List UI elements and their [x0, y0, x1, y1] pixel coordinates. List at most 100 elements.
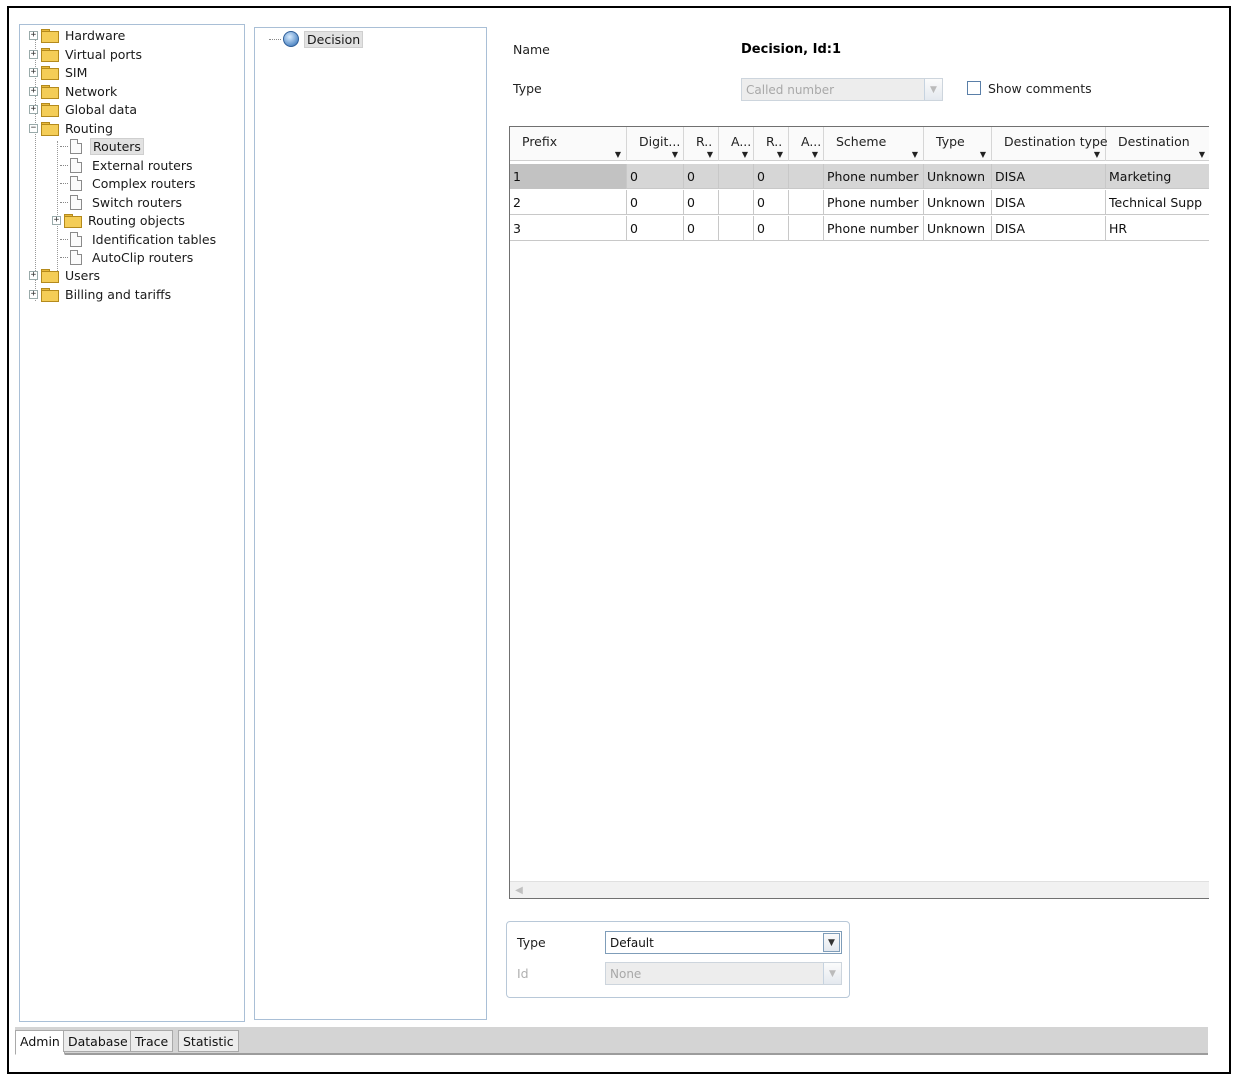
cell-type[interactable]: Unknown: [924, 164, 992, 189]
default-type-select[interactable]: Default ▼: [605, 931, 842, 954]
expand-icon[interactable]: +: [29, 30, 38, 40]
cell-a2[interactable]: [789, 216, 824, 241]
cell-a2[interactable]: [789, 190, 824, 215]
tab-admin[interactable]: Admin: [15, 1030, 65, 1055]
grid-header: Prefix ▼ Digit... ▼ R.. ▼ A... ▼ R.. ▼ A…: [510, 127, 1209, 161]
cell-type[interactable]: Unknown: [924, 216, 992, 241]
cell-a1[interactable]: [719, 216, 754, 241]
filter-arrow-icon[interactable]: ▼: [707, 150, 713, 159]
cell-destination[interactable]: Technical Supp: [1106, 190, 1209, 215]
default-id-select[interactable]: None ▼: [605, 962, 842, 985]
expand-icon[interactable]: +: [29, 86, 38, 96]
chevron-down-icon[interactable]: ▼: [823, 963, 841, 984]
object-list: Decision: [254, 27, 487, 1020]
column-header-a1[interactable]: A... ▼: [719, 127, 754, 161]
tree-item-sim[interactable]: + SIM: [29, 63, 89, 81]
column-header-type[interactable]: Type ▼: [924, 127, 992, 161]
table-row[interactable]: 2 0 0 0 Phone number Unknown DISA Techni…: [510, 190, 1209, 215]
cell-digits[interactable]: 0: [627, 190, 684, 215]
cell-r2[interactable]: 0: [754, 216, 789, 241]
expand-icon[interactable]: +: [29, 289, 38, 299]
cell-digits[interactable]: 0: [627, 216, 684, 241]
table-row[interactable]: 3 0 0 0 Phone number Unknown DISA HR: [510, 216, 1209, 241]
column-header-prefix[interactable]: Prefix ▼: [510, 127, 627, 161]
globe-icon: [283, 31, 299, 47]
cell-r1[interactable]: 0: [684, 216, 719, 241]
column-header-label: Type: [936, 134, 965, 149]
cell-destination[interactable]: Marketing: [1106, 164, 1209, 189]
column-header-destination-type[interactable]: Destination type ▼: [992, 127, 1108, 161]
collapse-icon[interactable]: −: [29, 123, 38, 133]
filter-arrow-icon[interactable]: ▼: [1094, 150, 1100, 159]
tree-item-hardware[interactable]: + Hardware: [29, 26, 127, 44]
tree-item-virtual-ports[interactable]: + Virtual ports: [29, 45, 144, 63]
filter-arrow-icon[interactable]: ▼: [980, 150, 986, 159]
tree-item-identification-tables[interactable]: Identification tables: [60, 230, 218, 248]
tree-item-autoclip-routers[interactable]: AutoClip routers: [60, 248, 195, 266]
tree-item-users[interactable]: + Users: [29, 266, 102, 284]
filter-arrow-icon[interactable]: ▼: [1199, 150, 1205, 159]
cell-destination[interactable]: HR: [1106, 216, 1209, 241]
column-header-r2[interactable]: R.. ▼: [754, 127, 789, 161]
tree-item-routing-objects[interactable]: + Routing objects: [52, 211, 187, 229]
tab-database[interactable]: Database: [63, 1030, 133, 1052]
filter-arrow-icon[interactable]: ▼: [912, 150, 918, 159]
tree-connector: [60, 145, 68, 147]
document-icon: [70, 157, 82, 173]
filter-arrow-icon[interactable]: ▼: [672, 150, 678, 159]
expand-icon[interactable]: +: [29, 270, 38, 280]
tree-item-global-data[interactable]: + Global data: [29, 100, 139, 118]
cell-r1[interactable]: 0: [684, 164, 719, 189]
cell-scheme[interactable]: Phone number: [824, 190, 924, 215]
chevron-down-icon[interactable]: ▼: [823, 933, 840, 952]
column-header-destination[interactable]: Destination ▼: [1106, 127, 1209, 161]
cell-prefix[interactable]: 3: [510, 216, 627, 241]
expand-icon[interactable]: +: [29, 49, 38, 59]
cell-destination-type[interactable]: DISA: [992, 164, 1106, 189]
filter-arrow-icon[interactable]: ▼: [777, 150, 783, 159]
tree-item-complex-routers[interactable]: Complex routers: [60, 174, 197, 192]
chevron-down-icon[interactable]: ▼: [924, 79, 942, 100]
filter-arrow-icon[interactable]: ▼: [742, 150, 748, 159]
filter-arrow-icon[interactable]: ▼: [615, 150, 621, 159]
cell-a1[interactable]: [719, 164, 754, 189]
horizontal-scrollbar[interactable]: ◀: [510, 881, 1209, 898]
cell-r2[interactable]: 0: [754, 190, 789, 215]
cell-type[interactable]: Unknown: [924, 190, 992, 215]
tree-item-routing[interactable]: − Routing: [29, 119, 115, 137]
expand-icon[interactable]: +: [29, 104, 38, 114]
scroll-left-icon[interactable]: ◀: [512, 884, 526, 897]
tree-item-network[interactable]: + Network: [29, 82, 119, 100]
cell-prefix[interactable]: 1: [510, 164, 627, 189]
object-item-decision[interactable]: Decision: [269, 30, 364, 48]
cell-prefix[interactable]: 2: [510, 190, 627, 215]
tree-item-external-routers[interactable]: External routers: [60, 156, 195, 174]
cell-destination-type[interactable]: DISA: [992, 190, 1106, 215]
cell-scheme[interactable]: Phone number: [824, 164, 924, 189]
table-row[interactable]: 1 0 0 0 Phone number Unknown DISA Market…: [510, 164, 1209, 189]
cell-scheme[interactable]: Phone number: [824, 216, 924, 241]
type-select[interactable]: Called number ▼: [741, 78, 943, 101]
cell-destination-type[interactable]: DISA: [992, 216, 1106, 241]
tab-statistic[interactable]: Statistic: [178, 1030, 239, 1052]
filter-arrow-icon[interactable]: ▼: [812, 150, 818, 159]
expand-icon[interactable]: +: [29, 67, 38, 77]
cell-digits[interactable]: 0: [627, 164, 684, 189]
cell-r2[interactable]: 0: [754, 164, 789, 189]
tree-item-billing-and-tariffs[interactable]: + Billing and tariffs: [29, 285, 173, 303]
tree-item-routers[interactable]: Routers: [60, 137, 144, 155]
expand-icon[interactable]: +: [52, 215, 61, 225]
cell-a1[interactable]: [719, 190, 754, 215]
type-select-value: Called number: [746, 82, 835, 97]
column-header-digits[interactable]: Digit... ▼: [627, 127, 684, 161]
tree-connector: [60, 164, 68, 166]
cell-r1[interactable]: 0: [684, 190, 719, 215]
tree-connector: [60, 182, 68, 184]
tab-trace[interactable]: Trace: [130, 1030, 174, 1052]
column-header-scheme[interactable]: Scheme ▼: [824, 127, 924, 161]
column-header-a2[interactable]: A... ▼: [789, 127, 824, 161]
show-comments-checkbox[interactable]: [967, 81, 981, 95]
cell-a2[interactable]: [789, 164, 824, 189]
column-header-r1[interactable]: R.. ▼: [684, 127, 719, 161]
tree-item-switch-routers[interactable]: Switch routers: [60, 193, 184, 211]
